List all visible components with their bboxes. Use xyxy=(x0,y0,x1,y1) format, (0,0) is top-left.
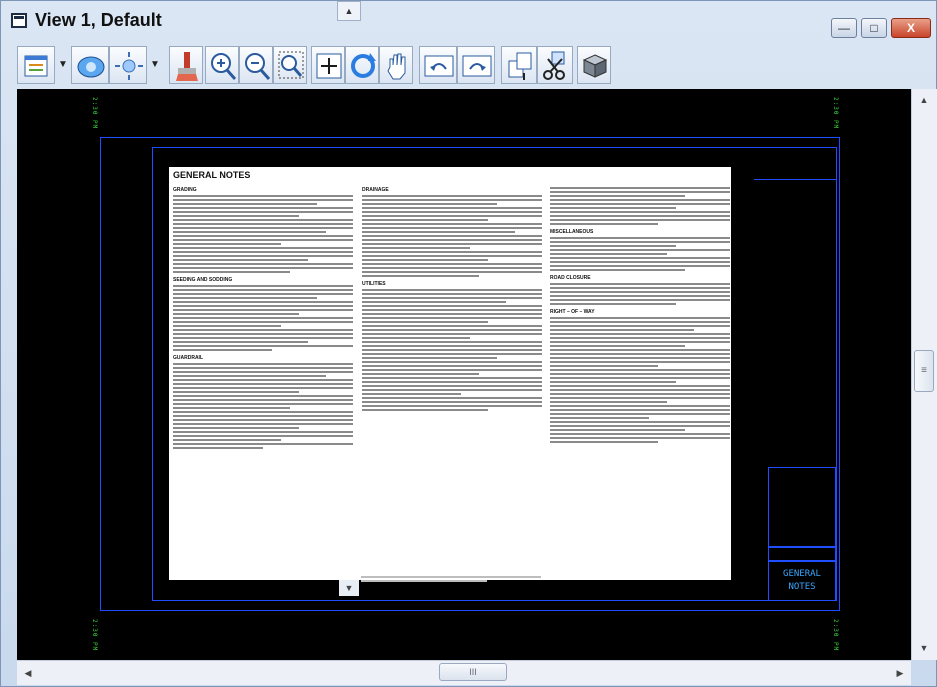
view-attributes-dropdown[interactable]: ▼ xyxy=(57,46,69,84)
pan-view-button[interactable] xyxy=(379,46,413,84)
corner-label-top-right: 2:30 PM xyxy=(832,97,839,130)
drawing-viewport[interactable]: 2:30 PM 2:30 PM 2:30 PM 2:30 PM GENERAL … xyxy=(17,89,911,660)
lighting-dropdown[interactable]: ▼ xyxy=(149,46,161,84)
title-block: GENERAL NOTES xyxy=(754,147,836,601)
section-heading: GUARDRAIL xyxy=(173,355,203,361)
section-heading: SEEDING AND SODDING xyxy=(173,277,233,283)
display-style-icon xyxy=(77,56,105,78)
corner-label-top-left: 2:30 PM xyxy=(91,97,98,130)
previous-view-button[interactable] xyxy=(419,46,457,84)
zoom-in-icon xyxy=(211,53,237,80)
sheet-scroll-down-icon[interactable]: ▼ xyxy=(339,580,359,596)
horizontal-scroll-thumb[interactable]: III xyxy=(439,663,507,681)
copy-view-icon xyxy=(508,52,532,80)
zoom-out-button[interactable] xyxy=(239,46,273,84)
vertical-scroll-thumb[interactable]: ≡ xyxy=(914,350,934,392)
minimize-button[interactable]: — xyxy=(831,18,857,38)
previous-view-icon xyxy=(424,55,454,77)
fencing-text xyxy=(361,574,541,584)
cube-icon xyxy=(582,54,608,78)
title-block-info-box xyxy=(768,547,836,561)
clear-view-button[interactable] xyxy=(169,46,203,84)
notes-column-3: MISCELLANEOUS ROAD CLOSURE RIGHT – OF – … xyxy=(550,183,730,445)
revision-table xyxy=(754,147,836,180)
corner-label-bottom-left: 2:30 PM xyxy=(91,619,98,652)
view-attributes-button[interactable] xyxy=(17,46,55,84)
next-view-icon xyxy=(462,55,492,77)
view-window-icon xyxy=(11,13,27,28)
title-bar[interactable]: View 1, Default ▲ — □ X xyxy=(1,1,936,45)
corner-label-bottom-right: 2:30 PM xyxy=(832,619,839,652)
zoom-out-icon xyxy=(245,53,271,80)
sheet-title: GENERAL NOTES xyxy=(768,561,836,601)
scroll-left-icon[interactable]: ◀ xyxy=(19,664,37,682)
title-block-box xyxy=(768,467,836,547)
scroll-right-icon[interactable]: ▶ xyxy=(891,664,909,682)
section-heading: UTILITIES xyxy=(362,281,386,287)
section-heading: DRAINAGE xyxy=(362,187,389,193)
view-window: View 1, Default ▲ — □ X ▼ ▼ 2:30 PM 2:30… xyxy=(0,0,937,687)
brush-icon xyxy=(176,52,198,81)
section-heading: RIGHT – OF – WAY xyxy=(550,309,595,315)
notes-title: GENERAL NOTES xyxy=(173,170,251,180)
hand-icon xyxy=(387,53,406,80)
window-area-button[interactable] xyxy=(273,46,307,84)
sheet-title-line-2: NOTES xyxy=(788,582,816,592)
maximize-button[interactable]: □ xyxy=(861,18,887,38)
notes-column-2: DRAINAGE UTILITIES xyxy=(362,183,542,413)
copy-view-button[interactable] xyxy=(501,46,537,84)
display-style-button[interactable] xyxy=(71,46,109,84)
section-heading: MISCELLANEOUS xyxy=(550,229,594,235)
collapse-arrow-icon[interactable]: ▲ xyxy=(337,1,361,21)
fit-view-icon xyxy=(316,53,342,79)
lighting-icon xyxy=(115,52,143,80)
clip-volume-button[interactable] xyxy=(537,46,573,84)
zoom-in-button[interactable] xyxy=(205,46,239,84)
section-heading: FENCING xyxy=(361,566,384,572)
lighting-button[interactable] xyxy=(109,46,147,84)
scissors-icon xyxy=(543,51,565,80)
sheet-title-line-1: GENERAL xyxy=(783,569,821,579)
vertical-scrollbar[interactable]: ▲ ≡ ▼ xyxy=(911,89,937,660)
horizontal-scrollbar[interactable]: ◀ III ▶ xyxy=(17,660,911,685)
rotate-view-icon xyxy=(351,53,376,78)
sheet-side-strip xyxy=(145,189,151,599)
fit-view-button[interactable] xyxy=(311,46,345,84)
view-3d-button[interactable] xyxy=(577,46,611,84)
window-area-icon xyxy=(278,51,304,79)
scroll-down-icon[interactable]: ▼ xyxy=(914,639,934,657)
general-notes-sheet: GENERAL NOTES GRADING SEEDING AND SODDIN… xyxy=(169,167,731,580)
section-heading: ROAD CLOSURE xyxy=(550,275,591,281)
close-button[interactable]: X xyxy=(891,18,931,38)
window-title: View 1, Default xyxy=(35,10,162,30)
section-heading: GRADING xyxy=(173,187,197,193)
view-attributes-icon xyxy=(24,55,48,77)
rotate-view-button[interactable] xyxy=(345,46,379,84)
notes-column-1: GRADING SEEDING AND SODDING GUARDRAIL xyxy=(173,183,353,451)
next-view-button[interactable] xyxy=(457,46,495,84)
scroll-up-icon[interactable]: ▲ xyxy=(914,91,934,109)
